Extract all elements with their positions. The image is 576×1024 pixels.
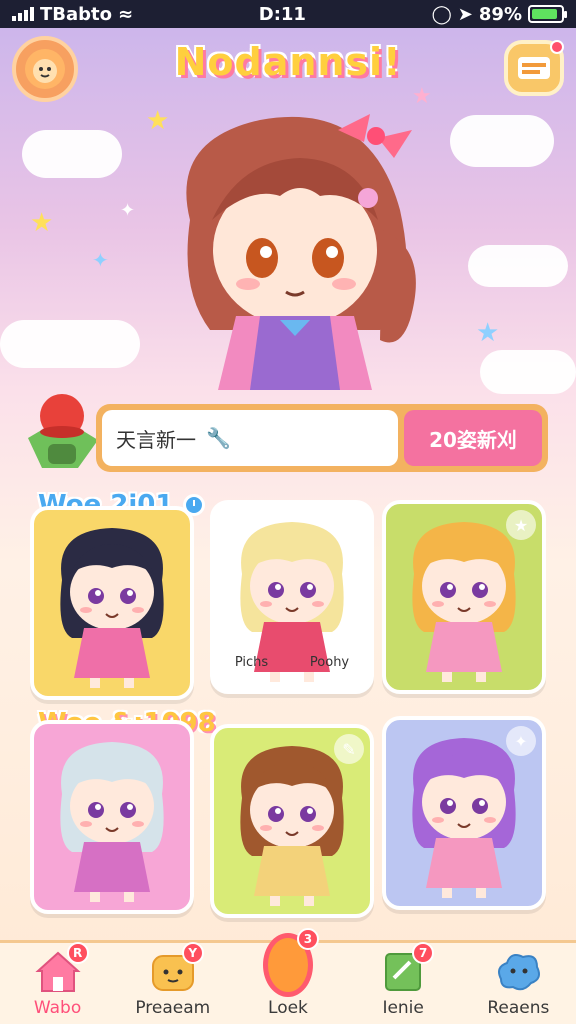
chibi-character xyxy=(60,742,164,902)
nav-label: Reaens xyxy=(487,998,550,1018)
cloud-decoration xyxy=(22,130,122,178)
heart-icon: 3 xyxy=(262,928,319,997)
nav-label: Loek xyxy=(268,998,308,1018)
wifi-icon: ≈ xyxy=(118,3,134,25)
character-card[interactable]: ✦ xyxy=(382,716,546,910)
nav-item-program[interactable]: Y Preaeam xyxy=(118,942,228,1018)
sparkle-icon: ✦ xyxy=(120,200,136,221)
bread-icon: Y xyxy=(148,942,204,994)
mascot-icon xyxy=(28,394,98,468)
battery-icon xyxy=(527,5,567,23)
nav-label: Preaeam xyxy=(135,998,211,1018)
profile-button[interactable] xyxy=(12,36,78,102)
search-bar: 天言新一 🔧 20姿新刈 xyxy=(96,404,548,472)
game-title: Nodannsi! xyxy=(174,40,402,84)
star-icon: ★ xyxy=(476,318,500,348)
nav-label: Ienie xyxy=(382,998,424,1018)
alarm-icon: ◯ xyxy=(431,3,452,25)
battery-percent: 89% xyxy=(478,3,522,25)
card-caption-left: Pichs xyxy=(234,655,269,670)
character-card[interactable]: Pichs Poohy xyxy=(210,500,374,694)
nav-badge: 7 xyxy=(412,942,435,964)
bottom-nav: R Wabo Y Preaeam 3 Loek 7 Ienie Reaens xyxy=(0,928,576,1024)
notebook-icon: 7 xyxy=(378,942,435,994)
carrier-label: TBabto xyxy=(40,3,112,25)
character-card[interactable] xyxy=(30,506,194,700)
card-badge-icon: ✦ xyxy=(506,726,536,756)
nav-item-friends[interactable]: Reaens xyxy=(463,948,573,1018)
cloud-decoration xyxy=(450,115,554,167)
nav-item-home[interactable]: R Wabo xyxy=(3,942,113,1018)
signal-icon xyxy=(12,7,34,21)
sparkle-icon: ✦ xyxy=(92,248,109,272)
card-caption: Pichs Poohy xyxy=(214,655,370,670)
character-card[interactable]: ★ xyxy=(382,500,546,694)
nav-badge: R xyxy=(66,942,89,964)
star-icon: ★ xyxy=(30,208,54,238)
character-card[interactable] xyxy=(30,720,194,914)
hero-character xyxy=(186,114,416,390)
menu-button[interactable] xyxy=(504,40,564,96)
search-input[interactable]: 天言新一 🔧 xyxy=(102,410,398,466)
home-icon: R xyxy=(33,942,89,994)
inbox-icon xyxy=(518,57,550,79)
status-bar: TBabto ≈ D:11 ◯ ➤ 89% xyxy=(0,0,576,28)
card-caption-right: Poohy xyxy=(309,655,350,670)
nav-label: Wabo xyxy=(33,998,82,1018)
cloud-decoration xyxy=(480,350,576,394)
notification-dot xyxy=(550,40,564,54)
clock-time: D:11 xyxy=(258,3,306,25)
wrench-icon: 🔧 xyxy=(206,426,231,450)
card-badge-icon: ★ xyxy=(506,510,536,540)
location-icon: ➤ xyxy=(457,3,473,25)
cloud-decoration xyxy=(0,320,140,368)
character-card[interactable]: ✎ xyxy=(210,724,374,918)
chibi-character xyxy=(60,528,164,688)
nav-item-items[interactable]: 7 Ienie xyxy=(348,942,458,1018)
nav-badge: Y xyxy=(181,942,204,964)
lion-avatar-icon xyxy=(25,49,65,89)
card-badge-icon: ✎ xyxy=(334,734,364,764)
cloud-decoration xyxy=(468,245,568,287)
search-placeholder: 天言新一 xyxy=(116,427,196,452)
nav-badge: 3 xyxy=(296,928,319,950)
nav-item-look[interactable]: 3 Loek xyxy=(233,928,343,1018)
search-button[interactable]: 20姿新刈 xyxy=(404,410,542,466)
cloud-friend-icon xyxy=(493,948,543,994)
